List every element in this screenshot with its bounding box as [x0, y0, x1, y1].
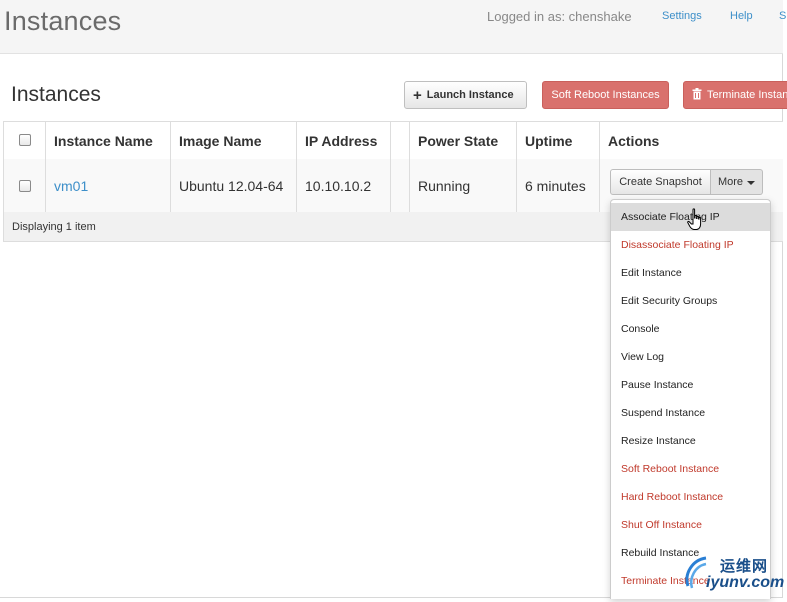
- displaying-count: Displaying 1 item: [12, 221, 96, 233]
- more-actions-menu: Associate Floating IP Disassociate Float…: [610, 199, 771, 599]
- terminate-instances-button[interactable]: Terminate Instan: [683, 81, 787, 109]
- section-title: Instances: [11, 83, 101, 106]
- plus-icon: +: [413, 86, 422, 104]
- menu-item-hard-reboot-instance[interactable]: Hard Reboot Instance: [611, 483, 770, 511]
- column-divider: [390, 122, 391, 212]
- uptime-cell: 6 minutes: [525, 178, 586, 194]
- column-header-instance-name[interactable]: Instance Name: [54, 133, 153, 149]
- column-header-image-name[interactable]: Image Name: [179, 133, 261, 149]
- row-checkbox[interactable]: [19, 180, 31, 192]
- watermark-cn-text: 运维网: [720, 558, 769, 575]
- help-link[interactable]: Help: [730, 10, 753, 22]
- menu-item-disassociate-floating-ip[interactable]: Disassociate Floating IP: [611, 231, 770, 259]
- column-header-power-state[interactable]: Power State: [418, 133, 498, 149]
- launch-instance-label: Launch Instance: [426, 89, 514, 101]
- menu-item-console[interactable]: Console: [611, 315, 770, 343]
- column-header-actions: Actions: [608, 133, 660, 149]
- power-state-cell: Running: [418, 178, 471, 194]
- settings-link[interactable]: Settings: [662, 10, 702, 22]
- table-header-row: Instance Name Image Name IP Address Powe…: [4, 122, 783, 160]
- column-divider: [516, 122, 517, 212]
- image-name-cell: Ubuntu 12.04-64: [179, 178, 284, 194]
- column-divider: [170, 122, 171, 212]
- create-snapshot-label: Create Snapshot: [619, 176, 702, 188]
- row-actions: Create Snapshot More: [610, 169, 763, 195]
- menu-item-edit-instance[interactable]: Edit Instance: [611, 259, 770, 287]
- menu-item-suspend-instance[interactable]: Suspend Instance: [611, 399, 770, 427]
- page-header-title: Instances: [4, 6, 122, 36]
- create-snapshot-button[interactable]: Create Snapshot: [610, 169, 711, 195]
- sign-out-link[interactable]: S: [779, 10, 786, 22]
- menu-item-soft-reboot-instance[interactable]: Soft Reboot Instance: [611, 455, 770, 483]
- column-divider: [409, 122, 410, 212]
- menu-item-pause-instance[interactable]: Pause Instance: [611, 371, 770, 399]
- menu-item-view-log[interactable]: View Log: [611, 343, 770, 371]
- menu-item-resize-instance[interactable]: Resize Instance: [611, 427, 770, 455]
- instance-name-link[interactable]: vm01: [54, 178, 88, 194]
- launch-instance-button[interactable]: + Launch Instance: [404, 81, 527, 109]
- watermark-en-text: iyunv.com: [706, 574, 785, 591]
- hand-cursor-icon: [687, 208, 705, 232]
- select-all-checkbox[interactable]: [19, 134, 31, 146]
- caret-down-icon: [747, 180, 756, 185]
- column-divider: [296, 122, 297, 212]
- column-divider: [599, 122, 600, 212]
- menu-item-edit-security-groups[interactable]: Edit Security Groups: [611, 287, 770, 315]
- ip-address-cell: 10.10.10.2: [305, 178, 372, 194]
- menu-item-shut-off-instance[interactable]: Shut Off Instance: [611, 511, 770, 539]
- more-dropdown-toggle[interactable]: More: [711, 169, 763, 195]
- more-label: More: [717, 176, 744, 188]
- column-divider: [45, 122, 46, 212]
- terminate-instances-label: Terminate Instan: [707, 89, 787, 101]
- trash-icon: [692, 87, 702, 103]
- column-header-ip-address[interactable]: IP Address: [305, 133, 377, 149]
- soft-reboot-instances-button[interactable]: Soft Reboot Instances: [542, 81, 669, 109]
- column-header-uptime[interactable]: Uptime: [525, 133, 572, 149]
- site-watermark: 运维网 iyunv.com: [680, 552, 784, 598]
- top-header: Instances Logged in as: chenshake Settin…: [0, 0, 786, 54]
- soft-reboot-instances-label: Soft Reboot Instances: [551, 89, 660, 101]
- logged-in-text: Logged in as: chenshake: [487, 9, 632, 24]
